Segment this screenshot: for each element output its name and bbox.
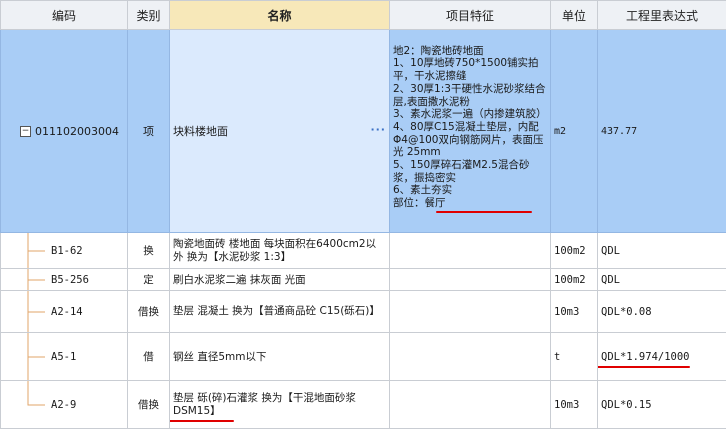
feature-cell[interactable]: 地2：陶瓷地砖地面 1、10厚地砖750*1500铺实拍平，干水泥擦缝 2、30… [389,29,551,233]
col-header-unit[interactable]: 单位 [550,0,598,30]
tree-branch-icon [27,291,45,332]
expr-cell[interactable]: QDL*0.15 [597,380,726,429]
feature-cell[interactable] [389,232,551,269]
type-cell[interactable]: 借换 [127,290,170,333]
feature-cell[interactable] [389,380,551,429]
quantity-grid: 编码 类别 名称 项目特征 单位 工程里表达式 − 011102003004 项… [0,0,726,429]
name-cell[interactable]: 垫层 混凝土 换为【普通商品砼 C15(砾石)】 [169,290,390,333]
code-value: A2-9 [51,398,77,411]
table-row[interactable]: A2-9 借换 垫层 砾(碎)石灌浆 换为【干混地面砂浆 DSM15】 10m3… [0,380,726,429]
annotation-underline-dsm15 [170,420,234,422]
tree-branch-icon [27,333,45,380]
unit-cell[interactable]: 100m2 [550,268,598,291]
unit-cell[interactable]: 100m2 [550,232,598,269]
code-value: B1-62 [51,244,83,257]
table-row-selected[interactable]: − 011102003004 项 块料楼地面 ··· 地2：陶瓷地砖地面 1、1… [0,29,726,233]
unit-cell[interactable]: 10m3 [550,380,598,429]
expr-cell[interactable]: QDL*0.08 [597,290,726,333]
type-cell[interactable]: 换 [127,232,170,269]
name-cell[interactable]: 陶瓷地面砖 楼地面 每块面积在6400cm2以外 换为【水泥砂浆 1:3】 [169,232,390,269]
type-cell[interactable]: 定 [127,268,170,291]
code-cell[interactable]: − 011102003004 [0,29,128,233]
code-value: A5-1 [51,350,77,363]
code-value: 011102003004 [35,124,119,138]
feature-cell[interactable] [389,332,551,381]
code-cell[interactable]: A2-9 [0,380,128,429]
table-row[interactable]: A2-14 借换 垫层 混凝土 换为【普通商品砼 C15(砾石)】 10m3 Q… [0,290,726,333]
expr-value: QDL*1.974/1000 [601,350,690,363]
code-cell[interactable]: A2-14 [0,290,128,333]
expr-cell[interactable]: QDL [597,268,726,291]
feature-value: 地2：陶瓷地砖地面 1、10厚地砖750*1500铺实拍平，干水泥擦缝 2、30… [393,44,547,210]
expr-cell[interactable]: QDL [597,232,726,269]
name-cell[interactable]: 垫层 砾(碎)石灌浆 换为【干混地面砂浆 DSM15】 [169,380,390,429]
col-header-feature[interactable]: 项目特征 [389,0,551,30]
feature-cell[interactable] [389,290,551,333]
name-value: 块料楼地面 [173,125,228,138]
type-cell[interactable]: 借换 [127,380,170,429]
code-cell[interactable]: A5-1 [0,332,128,381]
code-value: B5-256 [51,273,89,286]
unit-cell[interactable]: 10m3 [550,290,598,333]
annotation-underline-steel [598,366,690,368]
type-cell[interactable]: 借 [127,332,170,381]
annotation-underline-mortar [436,211,532,213]
code-cell[interactable]: B5-256 [0,268,128,291]
more-options-icon[interactable]: ··· [370,123,386,136]
table-row[interactable]: B1-62 换 陶瓷地面砖 楼地面 每块面积在6400cm2以外 换为【水泥砂浆… [0,232,726,269]
col-header-name[interactable]: 名称 [169,0,390,30]
unit-cell[interactable]: m2 [550,29,598,233]
name-cell[interactable]: 钢丝 直径5mm以下 [169,332,390,381]
name-value: 垫层 砾(碎)石灌浆 换为【干混地面砂浆 DSM15】 [173,391,356,417]
name-cell[interactable]: 块料楼地面 ··· [169,29,390,233]
name-cell[interactable]: 刷白水泥浆二遍 抹灰面 光面 [169,268,390,291]
code-value: A2-14 [51,305,83,318]
expr-cell[interactable]: 437.77 [597,29,726,233]
tree-branch-icon [27,381,45,406]
table-row[interactable]: B5-256 定 刷白水泥浆二遍 抹灰面 光面 100m2 QDL [0,268,726,291]
col-header-type[interactable]: 类别 [127,0,170,30]
expr-cell[interactable]: QDL*1.974/1000 [597,332,726,381]
unit-cell[interactable]: t [550,332,598,381]
collapse-minus-icon[interactable]: − [20,125,31,137]
code-cell[interactable]: B1-62 [0,232,128,269]
feature-cell[interactable] [389,268,551,291]
tree-branch-icon [27,269,45,290]
type-cell[interactable]: 项 [127,29,170,233]
col-header-code[interactable]: 编码 [0,0,128,30]
tree-branch-icon [27,233,45,268]
table-row[interactable]: A5-1 借 钢丝 直径5mm以下 t QDL*1.974/1000 [0,332,726,381]
header-row: 编码 类别 名称 项目特征 单位 工程里表达式 [0,0,726,30]
col-header-expr[interactable]: 工程里表达式 [597,0,726,30]
